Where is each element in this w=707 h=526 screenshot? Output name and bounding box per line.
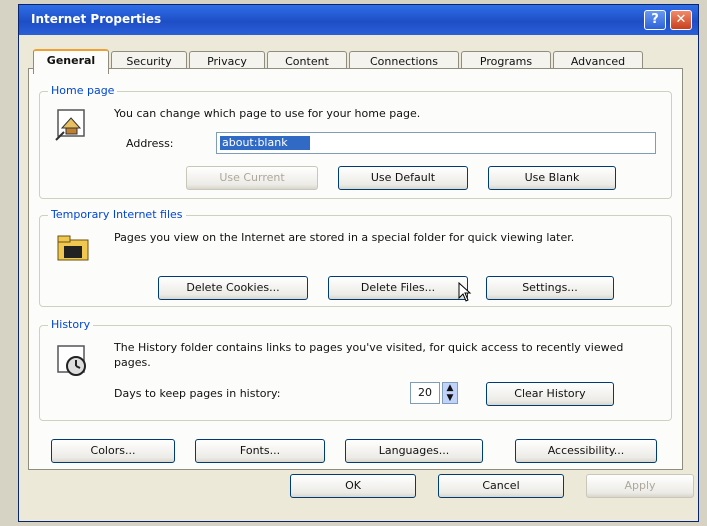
days-spinner[interactable]: ▲ ▼	[442, 382, 458, 404]
clear-history-button[interactable]: Clear History	[486, 382, 614, 406]
history-description: The History folder contains links to pag…	[114, 341, 624, 369]
settings-button[interactable]: Settings...	[486, 276, 614, 300]
history-group: History The History folder contains link…	[39, 318, 672, 421]
days-label: Days to keep pages in history:	[114, 387, 281, 400]
mouse-pointer-icon	[458, 281, 472, 302]
address-label: Address:	[126, 137, 174, 150]
ok-button[interactable]: OK	[290, 474, 416, 498]
apply-button[interactable]: Apply	[586, 474, 694, 498]
title-bar[interactable]: Internet Properties ? ✕	[19, 5, 698, 35]
address-input[interactable]: about:blank	[216, 132, 656, 154]
home-page-group: Home page You can change which page to u…	[39, 84, 672, 199]
general-tab-panel: Home page You can change which page to u…	[28, 68, 683, 470]
accessibility-button[interactable]: Accessibility...	[515, 439, 657, 463]
close-button[interactable]: ✕	[670, 10, 692, 30]
fonts-button[interactable]: Fonts...	[195, 439, 325, 463]
use-blank-button[interactable]: Use Blank	[488, 166, 616, 190]
home-page-label: Home page	[48, 84, 118, 97]
temporary-files-group: Temporary Internet files Pages you view …	[39, 208, 672, 307]
colors-button[interactable]: Colors...	[51, 439, 175, 463]
use-current-button[interactable]: Use Current	[186, 166, 318, 190]
use-default-button[interactable]: Use Default	[338, 166, 468, 190]
home-page-icon	[54, 106, 94, 142]
delete-files-button[interactable]: Delete Files...	[328, 276, 468, 300]
cancel-button[interactable]: Cancel	[438, 474, 564, 498]
window-title: Internet Properties	[31, 12, 162, 26]
days-input[interactable]: 20	[410, 382, 440, 404]
temporary-files-label: Temporary Internet files	[48, 208, 186, 221]
delete-cookies-button[interactable]: Delete Cookies...	[158, 276, 308, 300]
tab-general[interactable]: General	[33, 49, 109, 74]
help-button[interactable]: ?	[644, 10, 666, 30]
address-value: about:blank	[220, 136, 310, 150]
history-icon	[54, 342, 94, 378]
languages-button[interactable]: Languages...	[345, 439, 483, 463]
history-label: History	[48, 318, 94, 331]
temporary-files-description: Pages you view on the Internet are store…	[114, 231, 575, 244]
home-page-description: You can change which page to use for you…	[114, 107, 421, 120]
folder-icon	[54, 230, 94, 266]
